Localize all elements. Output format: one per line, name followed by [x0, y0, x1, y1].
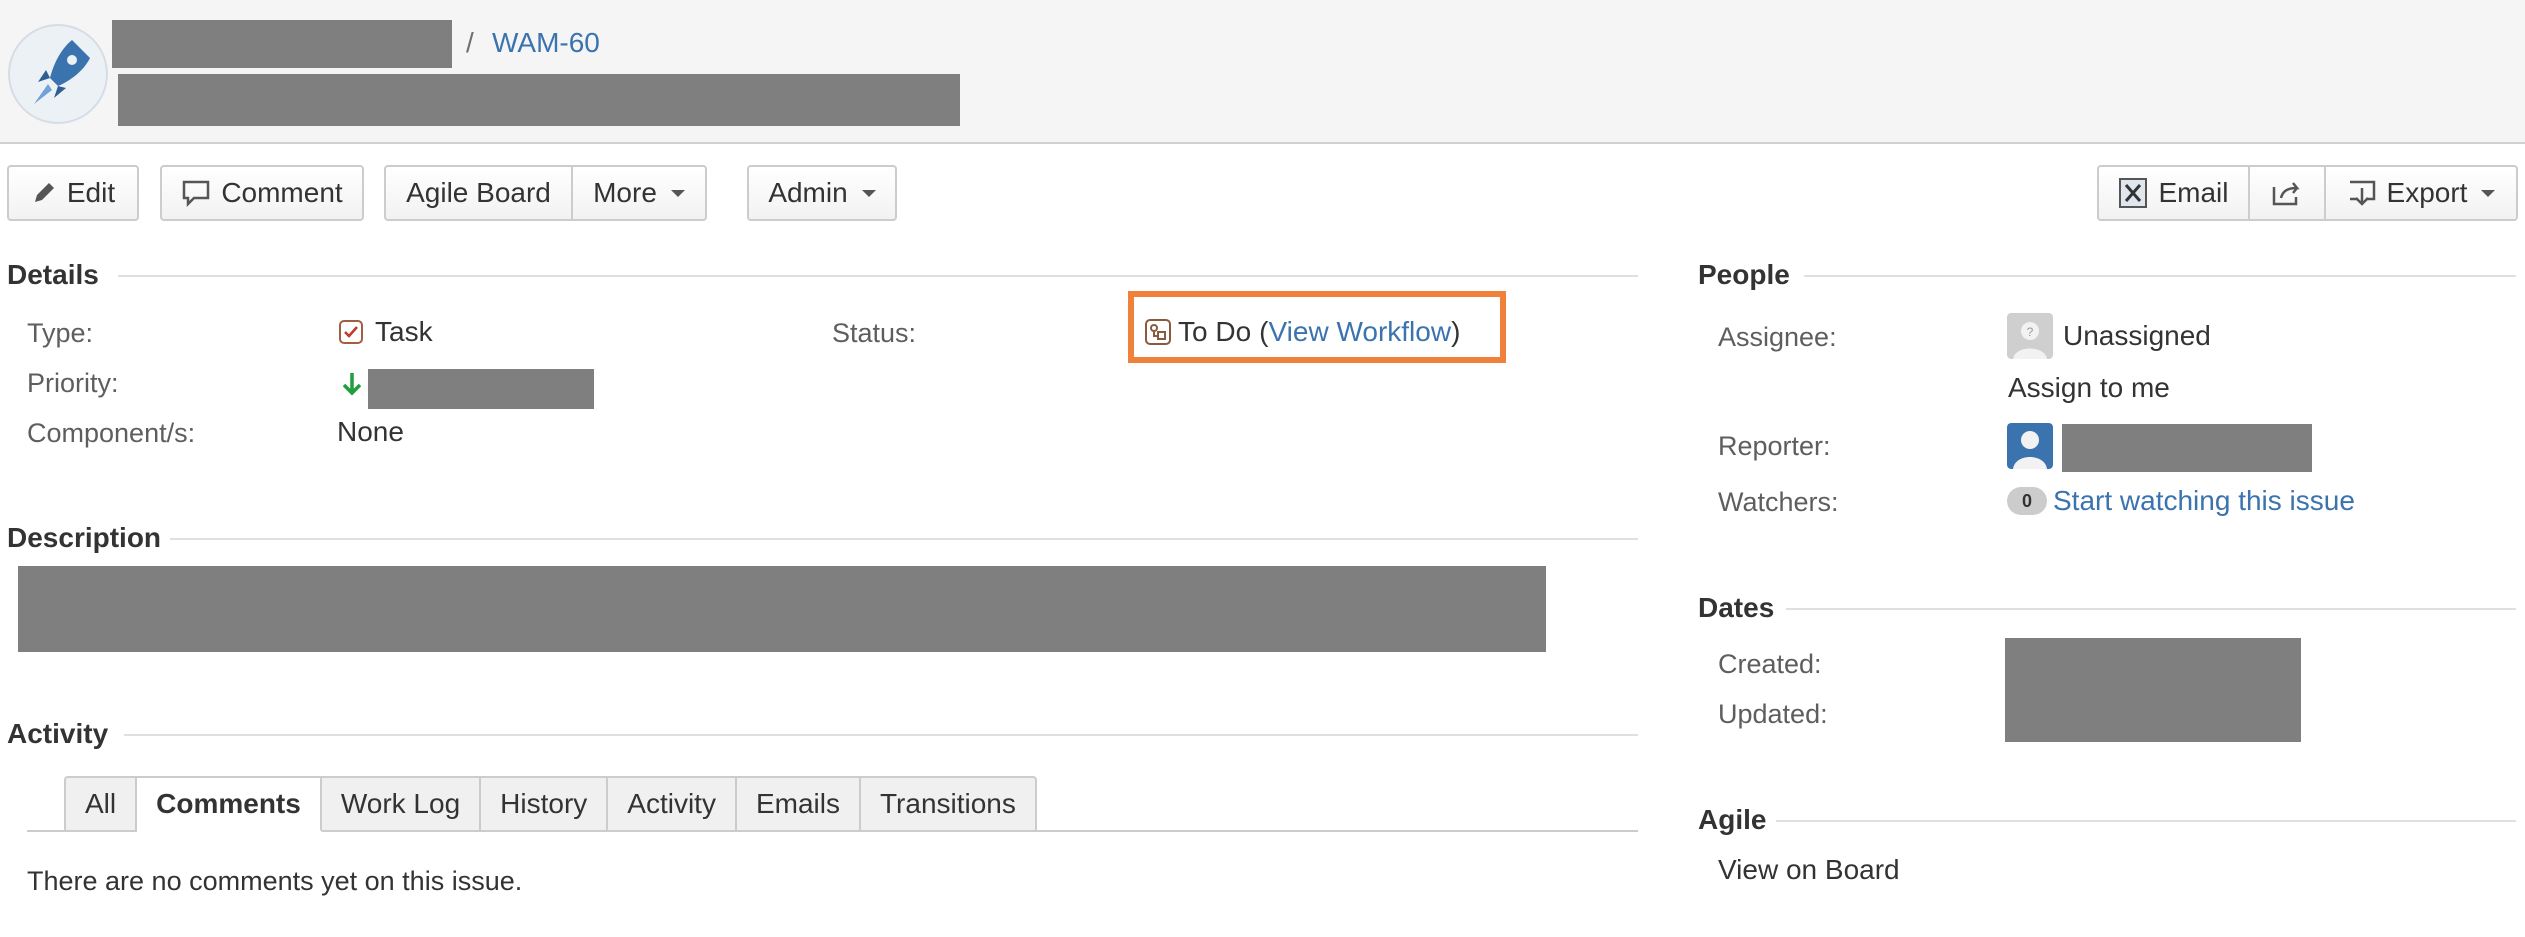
dates-divider	[1786, 608, 2516, 610]
activity-tabs: All Comments Work Log History Activity E…	[64, 776, 1037, 832]
speech-bubble-icon	[183, 180, 210, 207]
description-heading: Description	[7, 522, 162, 553]
type-label: Type:	[27, 318, 94, 348]
chevron-down-icon	[2481, 189, 2496, 197]
admin-dropdown[interactable]: Admin	[747, 165, 897, 221]
agile-board-label: Agile Board	[406, 177, 551, 208]
edit-button[interactable]: Edit	[7, 165, 139, 221]
email-button[interactable]: Email	[2097, 165, 2250, 221]
more-label: More	[593, 177, 657, 208]
watchers-count-badge: 0	[2007, 487, 2047, 515]
details-divider	[118, 275, 1638, 277]
unassigned-avatar-icon: ?	[2007, 313, 2053, 359]
export-label: Export	[2386, 177, 2468, 208]
issue-header: / WAM-60	[0, 0, 2525, 144]
share-button[interactable]	[2250, 165, 2326, 221]
email-icon	[2119, 178, 2148, 208]
assign-to-me-link[interactable]: Assign to me	[2008, 372, 2170, 404]
status-label: Status:	[832, 318, 917, 348]
tab-transitions[interactable]: Transitions	[860, 776, 1037, 832]
edit-label: Edit	[66, 177, 116, 208]
issue-key-link[interactable]: WAM-60	[492, 27, 600, 59]
created-label: Created:	[1718, 649, 1822, 679]
redacted-dates	[2005, 638, 2301, 742]
activity-heading: Activity	[7, 718, 109, 749]
pencil-icon	[34, 183, 54, 202]
watchers-label: Watchers:	[1718, 487, 1839, 517]
start-watching-link[interactable]: Start watching this issue	[2053, 485, 2355, 517]
redacted-project-name	[112, 20, 452, 68]
agile-board-button[interactable]: Agile Board	[384, 165, 573, 221]
status-text: To Do	[1178, 316, 1252, 347]
assignee-label: Assignee:	[1718, 322, 1837, 352]
priority-label: Priority:	[27, 368, 119, 398]
reporter-label: Reporter:	[1718, 431, 1831, 461]
share-icon	[2272, 182, 2300, 206]
reporter-avatar-icon	[2007, 423, 2053, 469]
type-value: Task	[337, 316, 433, 348]
svg-text:?: ?	[2027, 325, 2034, 339]
more-dropdown[interactable]: More	[573, 165, 707, 221]
email-label: Email	[2158, 177, 2229, 208]
paren-open: (	[1259, 316, 1269, 347]
description-divider	[170, 538, 1638, 540]
assignee-text: Unassigned	[2063, 320, 2211, 351]
redacted-reporter-name	[2062, 424, 2312, 472]
view-on-board-link[interactable]: View on Board	[1718, 854, 1900, 886]
tab-comments[interactable]: Comments	[137, 776, 322, 832]
rocket-icon	[34, 40, 90, 104]
agile-divider	[1776, 820, 2516, 822]
agile-heading: Agile	[1698, 804, 1767, 835]
project-avatar[interactable]	[8, 24, 108, 124]
updated-label: Updated:	[1718, 699, 1828, 729]
breadcrumb-separator: /	[466, 27, 474, 58]
export-dropdown[interactable]: Export	[2326, 165, 2518, 221]
tab-history[interactable]: History	[481, 776, 609, 832]
admin-label: Admin	[768, 177, 848, 208]
redacted-description	[18, 566, 1546, 652]
comment-label: Comment	[221, 177, 343, 208]
view-workflow-link[interactable]: View Workflow	[1268, 316, 1451, 348]
workflow-status-icon	[1145, 319, 1171, 345]
redacted-issue-summary	[118, 74, 960, 126]
watchers-value: 0 Start watching this issue	[2007, 485, 2355, 517]
tab-all[interactable]: All	[64, 776, 138, 832]
download-icon	[2349, 180, 2375, 206]
details-heading: Details	[7, 259, 99, 290]
task-icon	[339, 320, 363, 344]
comment-button[interactable]: Comment	[160, 165, 364, 221]
people-divider	[1804, 275, 2516, 277]
dates-heading: Dates	[1698, 592, 1775, 623]
type-value-text: Task	[375, 316, 433, 347]
no-comments-message: There are no comments yet on this issue.	[27, 866, 523, 896]
status-value: To Do ( View Workflow )	[1144, 316, 1460, 348]
components-label: Component/s:	[27, 418, 196, 448]
components-value: None	[337, 416, 404, 447]
assignee-value: ? Unassigned	[2007, 313, 2211, 359]
arrow-down-icon	[342, 373, 362, 396]
paren-close: )	[1451, 316, 1461, 347]
activity-divider	[124, 734, 1638, 736]
tab-activity[interactable]: Activity	[608, 776, 737, 832]
tab-work-log[interactable]: Work Log	[321, 776, 482, 832]
tab-emails[interactable]: Emails	[736, 776, 861, 832]
redacted-priority-value	[368, 369, 594, 409]
people-heading: People	[1698, 259, 1790, 290]
chevron-down-icon	[861, 189, 876, 197]
chevron-down-icon	[670, 189, 685, 197]
